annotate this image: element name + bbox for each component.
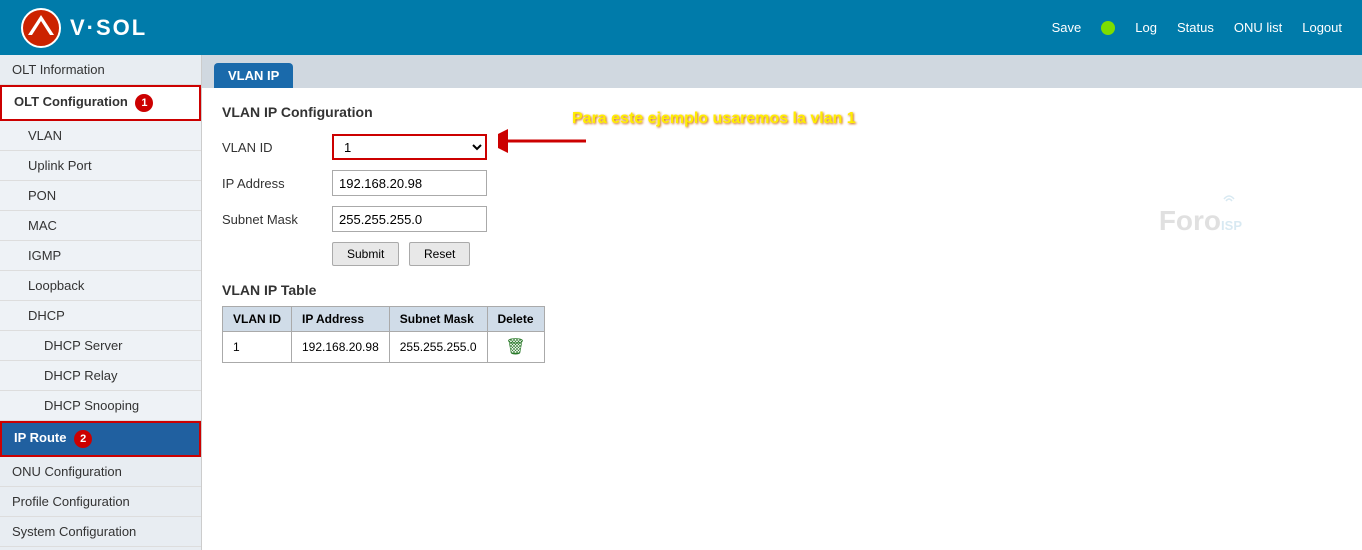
main-content: VLAN IP Para este ejemplo usaremos la vl… (202, 55, 1362, 550)
label-ip-address: IP Address (222, 176, 332, 191)
status-link[interactable]: Status (1177, 20, 1214, 35)
col-delete: Delete (487, 307, 544, 332)
reset-button[interactable]: Reset (409, 242, 470, 266)
layout: OLT Information OLT Configuration 1 VLAN… (0, 55, 1362, 550)
ip-address-input[interactable] (332, 170, 487, 196)
tab-vlan-ip[interactable]: VLAN IP (214, 63, 293, 88)
header-right: Save Log Status ONU list Logout (1052, 20, 1342, 35)
sidebar-item-pon[interactable]: PON (0, 181, 201, 211)
table-row: 1 192.168.20.98 255.255.255.0 🗑 (223, 332, 545, 363)
sidebar-item-igmp[interactable]: IGMP (0, 241, 201, 271)
logo-text: V·SOL (70, 15, 147, 41)
sidebar-item-dhcp-snooping[interactable]: DHCP Snooping (0, 391, 201, 421)
cell-ip-address: 192.168.20.98 (292, 332, 390, 363)
subnet-mask-input[interactable] (332, 206, 487, 232)
logo-area: V·SOL (20, 7, 147, 49)
header: V·SOL Save Log Status ONU list Logout (0, 0, 1362, 55)
logout-link[interactable]: Logout (1302, 20, 1342, 35)
sidebar-item-dhcp[interactable]: DHCP (0, 301, 201, 331)
sidebar-item-profile-configuration[interactable]: Profile Configuration (0, 487, 201, 517)
red-arrow-icon (498, 127, 588, 158)
label-subnet-mask: Subnet Mask (222, 212, 332, 227)
badge-1: 1 (135, 94, 153, 112)
cell-delete[interactable]: 🗑 (487, 332, 544, 363)
col-ip-address: IP Address (292, 307, 390, 332)
submit-button[interactable]: Submit (332, 242, 399, 266)
col-subnet-mask: Subnet Mask (389, 307, 487, 332)
label-vlan-id: VLAN ID (222, 140, 332, 155)
vsol-logo-icon (20, 7, 62, 49)
tab-bar: VLAN IP (202, 55, 1362, 88)
sidebar-item-mac[interactable]: MAC (0, 211, 201, 241)
table-section-title: VLAN IP Table (222, 282, 1342, 298)
sidebar-item-system-configuration[interactable]: System Configuration (0, 517, 201, 547)
vlan-id-select[interactable]: 1 2 10 (332, 134, 487, 160)
save-button[interactable]: Save (1052, 20, 1082, 35)
watermark-foro: Foro (1159, 205, 1221, 237)
sidebar-item-ip-route[interactable]: IP Route 2 (0, 421, 201, 457)
delete-icon[interactable]: 🗑 (505, 339, 525, 356)
watermark-wifi-icon (1222, 191, 1236, 203)
form-buttons: Submit Reset (332, 242, 1342, 266)
status-indicator (1101, 21, 1115, 35)
content-area: Para este ejemplo usaremos la vlan 1 VLA… (202, 88, 1362, 379)
onu-list-link[interactable]: ONU list (1234, 20, 1282, 35)
sidebar-item-onu-configuration[interactable]: ONU Configuration (0, 457, 201, 487)
sidebar-item-dhcp-server[interactable]: DHCP Server (0, 331, 201, 361)
watermark: Foro ISP (1159, 205, 1242, 237)
col-vlan-id: VLAN ID (223, 307, 292, 332)
form-row-vlan-id: VLAN ID 1 2 10 (222, 134, 1342, 160)
form-row-ip-address: IP Address (222, 170, 1342, 196)
cell-subnet-mask: 255.255.255.0 (389, 332, 487, 363)
cell-vlan-id: 1 (223, 332, 292, 363)
sidebar-item-uplink-port[interactable]: Uplink Port (0, 151, 201, 181)
log-link[interactable]: Log (1135, 20, 1157, 35)
sidebar-item-vlan[interactable]: VLAN (0, 121, 201, 151)
watermark-isp: ISP (1221, 205, 1242, 237)
sidebar-item-olt-configuration[interactable]: OLT Configuration 1 (0, 85, 201, 121)
sidebar: OLT Information OLT Configuration 1 VLAN… (0, 55, 202, 550)
sidebar-item-dhcp-relay[interactable]: DHCP Relay (0, 361, 201, 391)
annotation-text: Para este ejemplo usaremos la vlan 1 (572, 110, 856, 128)
badge-2: 2 (74, 430, 92, 448)
vlan-ip-table: VLAN ID IP Address Subnet Mask Delete 1 … (222, 306, 545, 363)
sidebar-item-olt-information[interactable]: OLT Information (0, 55, 201, 85)
sidebar-item-loopback[interactable]: Loopback (0, 271, 201, 301)
